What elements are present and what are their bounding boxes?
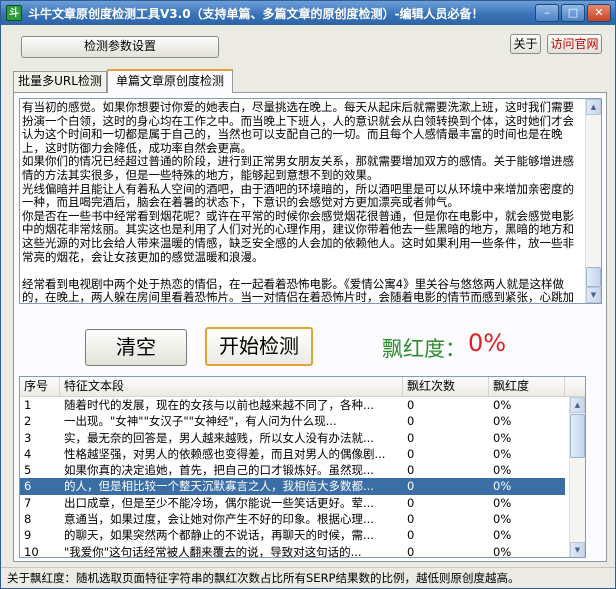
visit-website-button[interactable]: 访问官网: [547, 34, 602, 54]
cell-count: 0: [407, 512, 415, 527]
column-header-text[interactable]: 特征文本段: [60, 377, 403, 396]
cell-text: 意通当，如果过度，会让她对你产生不好的印象。根据心理...: [64, 512, 374, 527]
cell-text: 出口成章，但是至少不能冷场，偶尔能说一些笑话更好。荤...: [64, 495, 374, 510]
title-bar[interactable]: 斗 斗牛文章原创度检测工具V3.0（支持单篇、多篇文章的原创度检测）-编辑人员必…: [1, 1, 615, 25]
table-header: 序号 特征文本段 飘红次数 飘红度: [20, 377, 585, 397]
about-button[interactable]: 关于: [510, 34, 541, 54]
table-row[interactable]: 2 一出现。"女神""女汉子""女神经"，有人问为什么现... 0 0%: [20, 413, 565, 429]
table-row-selected[interactable]: 6 的人，但是相比较一个整天沉默寡言之人，我相信大多数都... 0 0%: [20, 478, 565, 495]
column-header-no[interactable]: 序号: [20, 377, 60, 396]
article-scrollbar[interactable]: ▲ ▼: [585, 99, 601, 303]
cell-text: 随着时代的发展，现在的女孩与以前也越来越不同了，各种...: [64, 398, 374, 412]
cell-no: 3: [24, 430, 32, 445]
cell-no: 5: [24, 463, 32, 478]
cell-no: 1: [24, 398, 32, 412]
cell-no: 9: [24, 528, 32, 543]
cell-text: 性格越坚强，对男人的依赖感也变得差，而且对男人的偶像剧...: [64, 446, 386, 461]
table-scrollbar[interactable]: ▲ ▼: [569, 397, 585, 557]
cell-degree: 0%: [493, 398, 512, 412]
cell-degree: 0%: [493, 512, 512, 527]
cell-count: 0: [407, 398, 415, 412]
cell-text: 一出现。"女神""女汉子""女神经"，有人问为什么现...: [64, 414, 337, 429]
close-icon[interactable]: ✕: [587, 4, 611, 22]
article-text: 有当初的感觉。如果你想要讨你爱的她表白，尽量挑选在晚上。每天从起床后就需要洗漱上…: [22, 100, 574, 304]
cell-no: 10: [24, 544, 39, 558]
table-scroll-thumb[interactable]: [570, 414, 585, 458]
table-row[interactable]: 4 性格越坚强，对男人的依赖感也变得差，而且对男人的偶像剧... 0 0%: [20, 446, 565, 462]
cell-degree: 0%: [493, 463, 512, 478]
cell-count: 0: [407, 544, 415, 558]
app-icon: 斗: [6, 5, 22, 21]
maximize-icon[interactable]: □: [561, 4, 585, 22]
cell-no: 4: [24, 446, 32, 461]
cell-no: 2: [24, 414, 32, 429]
cell-degree: 0%: [493, 479, 512, 494]
clear-button[interactable]: 清空: [85, 329, 187, 366]
cell-count: 0: [407, 430, 415, 445]
cell-no: 7: [24, 495, 32, 510]
cell-degree: 0%: [493, 430, 512, 445]
cell-degree: 0%: [493, 414, 512, 429]
cell-count: 0: [407, 446, 415, 461]
cell-count: 0: [407, 479, 415, 494]
results-table: 序号 特征文本段 飘红次数 飘红度 1 随着时代的发展，现在的女孩与以前也越来越…: [19, 376, 586, 558]
window-controls: – □ ✕: [535, 4, 611, 22]
cell-degree: 0%: [493, 446, 512, 461]
column-header-count[interactable]: 飘红次数: [403, 377, 489, 396]
cell-no: 6: [24, 479, 32, 494]
cell-degree: 0%: [493, 495, 512, 510]
cell-count: 0: [407, 528, 415, 543]
detect-params-button[interactable]: 检测参数设置: [21, 36, 219, 58]
cell-degree: 0%: [493, 544, 512, 558]
table-row[interactable]: 10 "我爱你"这句话经常被人翻来覆去的说，导致对这句话的... 0 0%: [20, 544, 565, 558]
cell-text: "我爱你"这句话经常被人翻来覆去的说，导致对这句话的...: [64, 544, 362, 558]
column-header-degree[interactable]: 飘红度: [489, 377, 565, 396]
tab-single-article[interactable]: 单篇文章原创度检测: [107, 69, 233, 93]
table-row[interactable]: 8 意通当，如果过度，会让她对你产生不好的印象。根据心理... 0 0%: [20, 511, 565, 527]
cell-count: 0: [407, 495, 415, 510]
score-label: 飘红度：: [382, 337, 466, 361]
scroll-up-arrow-icon[interactable]: ▲: [586, 99, 601, 115]
cell-degree: 0%: [493, 528, 512, 543]
table-row[interactable]: 7 出口成章，但是至少不能冷场，偶尔能说一些笑话更好。荤... 0 0%: [20, 495, 565, 511]
window-title: 斗牛文章原创度检测工具V3.0（支持单篇、多篇文章的原创度检测）-编辑人员必备！: [28, 7, 484, 21]
table-row[interactable]: 1 随着时代的发展，现在的女孩与以前也越来越不同了，各种... 0 0%: [20, 397, 565, 413]
cell-no: 8: [24, 512, 32, 527]
tab-batch-url[interactable]: 批量多URL检测: [13, 71, 107, 92]
cell-text: 的聊天，如果突然两个都静止的不说话，再聊天的时候，需...: [64, 528, 374, 543]
scroll-up-arrow-icon[interactable]: ▲: [570, 397, 585, 413]
table-rows: 1 随着时代的发展，现在的女孩与以前也越来越不同了，各种... 0 0% 2 一…: [20, 397, 565, 558]
cell-count: 0: [407, 414, 415, 429]
table-row[interactable]: 9 的聊天，如果突然两个都静止的不说话，再聊天的时候，需... 0 0%: [20, 527, 565, 543]
status-bar: 关于飘红度：随机选取页面特征字符串的飘红次数占比所有SERP结果数的比例，越低则…: [1, 567, 615, 588]
table-row[interactable]: 5 如果你真的决定追她，首先，把自己的口才锻炼好。虽然现... 0 0%: [20, 462, 565, 478]
scroll-down-arrow-icon[interactable]: ▼: [570, 542, 585, 557]
article-scroll-thumb[interactable]: [586, 267, 601, 287]
table-row[interactable]: 3 实，最无奈的回答是，男人越来越贱，所以女人没有办法就... 0 0%: [20, 430, 565, 446]
score-value: 0%: [468, 329, 507, 357]
article-textarea[interactable]: 有当初的感觉。如果你想要讨你爱的她表白，尽量挑选在晚上。每天从起床后就需要洗漱上…: [19, 98, 602, 304]
scroll-down-arrow-icon[interactable]: ▼: [586, 287, 601, 303]
cell-text: 实，最无奈的回答是，男人越来越贱，所以女人没有办法就...: [64, 430, 374, 445]
app-window: 斗 斗牛文章原创度检测工具V3.0（支持单篇、多篇文章的原创度检测）-编辑人员必…: [0, 0, 616, 589]
cell-count: 0: [407, 463, 415, 478]
minimize-icon[interactable]: –: [535, 4, 559, 22]
start-detect-button[interactable]: 开始检测: [205, 327, 313, 366]
cell-text: 的人，但是相比较一个整天沉默寡言之人，我相信大多数都...: [64, 479, 374, 494]
single-article-panel: 有当初的感觉。如果你想要讨你爱的她表白，尽量挑选在晚上。每天从起床后就需要洗漱上…: [13, 92, 607, 562]
cell-text: 如果你真的决定追她，首先，把自己的口才锻炼好。虽然现...: [64, 463, 374, 478]
